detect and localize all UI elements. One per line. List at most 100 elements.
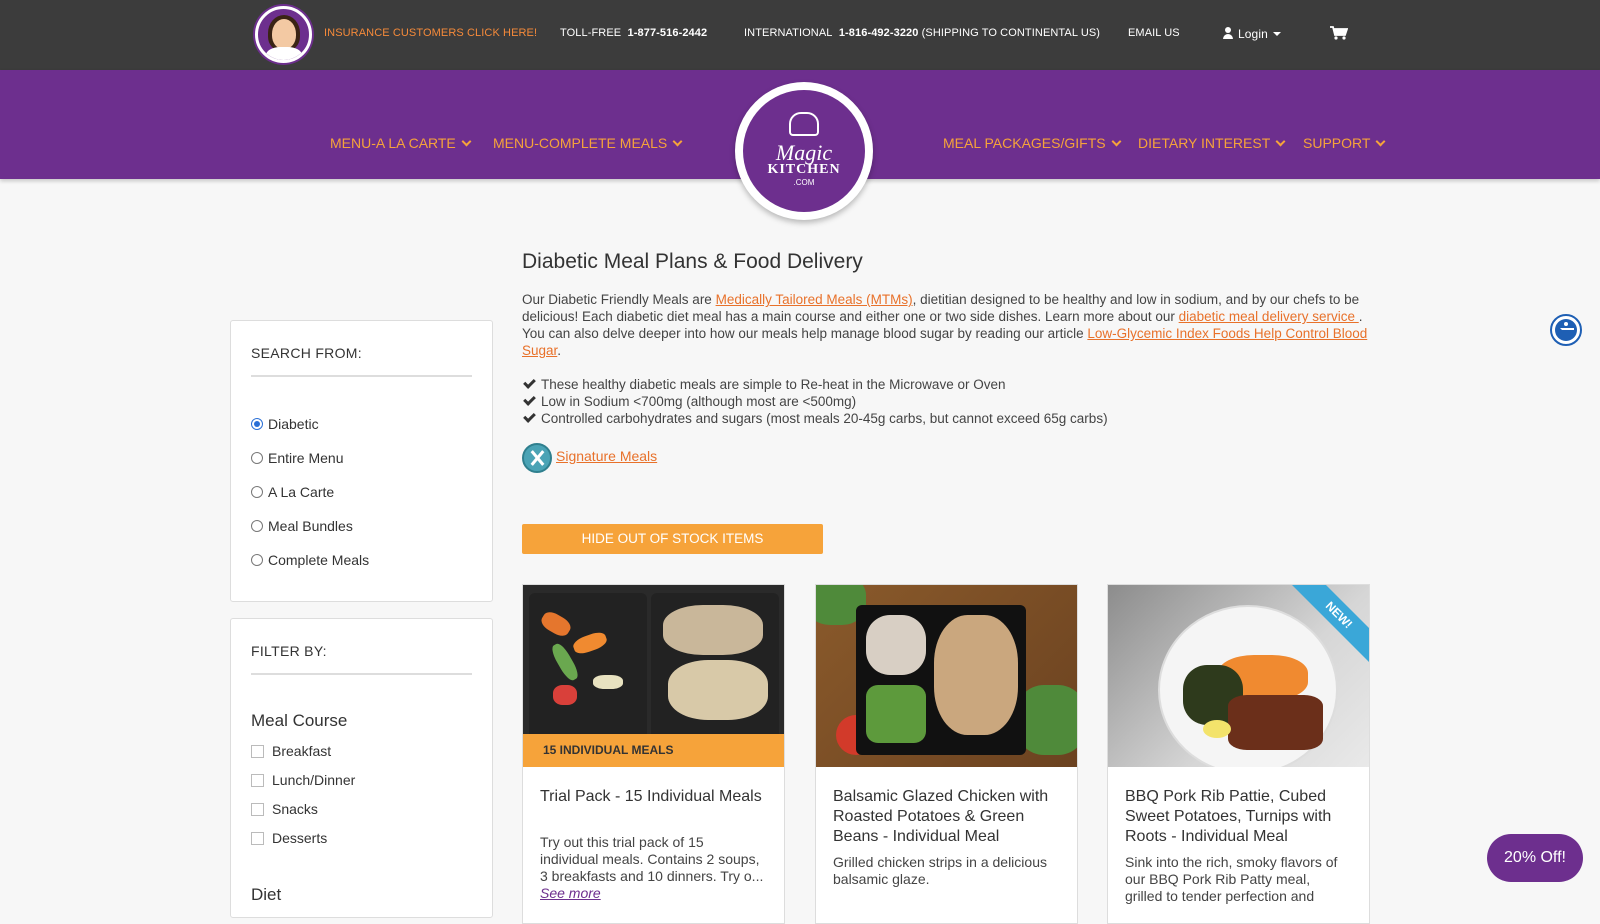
- accessibility-icon: [1555, 319, 1577, 341]
- page-title: Diabetic Meal Plans & Food Delivery: [522, 250, 863, 273]
- checkbox[interactable]: [251, 803, 264, 816]
- checkbox-lunch-dinner[interactable]: Lunch/Dinner: [251, 772, 355, 788]
- insurance-link[interactable]: INSURANCE CUSTOMERS CLICK HERE!: [324, 27, 537, 39]
- product-description: Grilled chicken strips in a delicious ba…: [833, 854, 1047, 887]
- product-desc-text: Try out this trial pack of 15 individual…: [540, 834, 764, 884]
- filter-by-title: FILTER BY:: [251, 643, 327, 659]
- see-more-link[interactable]: See more: [540, 885, 601, 901]
- check-icon: [523, 410, 536, 423]
- user-icon: [1223, 27, 1233, 39]
- caret-down-icon: [1272, 32, 1281, 36]
- benefit-item: Controlled carbohydrates and sugars (mos…: [522, 410, 1108, 427]
- chevron-down-icon: [672, 136, 683, 147]
- product-card[interactable]: Balsamic Glazed Chicken with Roasted Pot…: [815, 584, 1078, 924]
- product-description: Try out this trial pack of 15 individual…: [540, 834, 765, 902]
- chevron-down-icon: [1375, 136, 1386, 147]
- nav-label: DIETARY INTEREST: [1138, 135, 1271, 151]
- checkbox-snacks[interactable]: Snacks: [251, 801, 318, 817]
- product-image[interactable]: 15 INDIVIDUAL MEALS: [523, 585, 784, 767]
- nav-label: SUPPORT: [1303, 135, 1371, 151]
- radio-label: A La Carte: [268, 484, 335, 500]
- radio-label: Diabetic: [268, 416, 319, 432]
- nav-meal-packages-gifts[interactable]: MEAL PACKAGES/GIFTS: [943, 135, 1122, 151]
- toll-free-label: TOLL-FREE: [560, 27, 622, 39]
- benefit-text: Controlled carbohydrates and sugars (mos…: [541, 411, 1108, 426]
- checkbox-label: Desserts: [272, 830, 328, 846]
- radio-button[interactable]: [251, 554, 263, 566]
- top-bar: INSURANCE CUSTOMERS CLICK HERE! TOLL-FRE…: [0, 0, 1600, 70]
- checkbox[interactable]: [251, 745, 264, 758]
- benefit-text: Low in Sodium <700mg (although most are …: [541, 394, 857, 409]
- nav-label: MENU-A LA CARTE: [330, 135, 456, 151]
- intro-text: Our Diabetic Friendly Meals are: [522, 292, 716, 307]
- logo-inner: Magic KITCHEN .COM: [743, 90, 865, 212]
- magic-kitchen-logo[interactable]: Magic KITCHEN .COM: [735, 82, 873, 220]
- toll-free-number[interactable]: 1-877-516-2442: [628, 27, 708, 39]
- radio-entire-menu[interactable]: Entire Menu: [251, 450, 343, 466]
- radio-diabetic[interactable]: Diabetic: [251, 416, 319, 432]
- radio-label: Meal Bundles: [268, 518, 353, 534]
- nav-menu-a-la-carte[interactable]: MENU-A LA CARTE: [330, 135, 472, 151]
- checkbox[interactable]: [251, 774, 264, 787]
- international-note: (SHIPPING TO CONTINENTAL US): [921, 27, 1101, 39]
- chef-coat: [266, 47, 302, 60]
- benefit-item: These healthy diabetic meals are simple …: [522, 376, 1108, 393]
- divider: [251, 375, 472, 377]
- divider: [251, 673, 472, 675]
- radio-button[interactable]: [251, 486, 263, 498]
- checkbox-label: Breakfast: [272, 743, 332, 759]
- checkbox-desserts[interactable]: Desserts: [251, 830, 327, 846]
- product-image[interactable]: [816, 585, 1077, 767]
- product-image[interactable]: NEW!: [1108, 585, 1369, 767]
- product-card[interactable]: 15 INDIVIDUAL MEALS Trial Pack - 15 Indi…: [522, 584, 785, 924]
- nav-dietary-interest[interactable]: DIETARY INTEREST: [1138, 135, 1286, 151]
- checkbox-label: Lunch/Dinner: [272, 772, 356, 788]
- diabetic-service-link[interactable]: diabetic meal delivery service: [1179, 309, 1359, 324]
- product-title[interactable]: BBQ Pork Rib Pattie, Cubed Sweet Potatoe…: [1125, 787, 1355, 847]
- email-us-link[interactable]: EMAIL US: [1128, 27, 1180, 39]
- mtm-link[interactable]: Medically Tailored Meals (MTMs): [716, 292, 913, 307]
- radio-label: Entire Menu: [268, 450, 344, 466]
- radio-complete-meals[interactable]: Complete Meals: [251, 552, 369, 568]
- international-phone[interactable]: INTERNATIONAL 1-816-492-3220 (SHIPPING T…: [744, 27, 1100, 39]
- hide-out-of-stock-button[interactable]: HIDE OUT OF STOCK ITEMS: [522, 524, 823, 554]
- accessibility-button[interactable]: [1550, 314, 1582, 346]
- login-label: Login: [1238, 27, 1268, 41]
- cart-icon[interactable]: [1330, 26, 1348, 40]
- chevron-down-icon: [1275, 136, 1286, 147]
- radio-a-la-carte[interactable]: A La Carte: [251, 484, 334, 500]
- search-from-panel: SEARCH FROM: Diabetic Entire Menu A La C…: [230, 320, 493, 602]
- intro-paragraph: Our Diabetic Friendly Meals are Medicall…: [522, 291, 1372, 359]
- radio-meal-bundles[interactable]: Meal Bundles: [251, 518, 353, 534]
- signature-meals-link[interactable]: Signature Meals: [556, 448, 657, 464]
- check-icon: [523, 376, 536, 389]
- radio-button[interactable]: [251, 418, 263, 430]
- product-title[interactable]: Trial Pack - 15 Individual Meals: [540, 787, 770, 807]
- search-from-title: SEARCH FROM:: [251, 345, 362, 361]
- nav-label: MENU-COMPLETE MEALS: [493, 135, 668, 151]
- filter-by-panel: FILTER BY: Meal Course Breakfast Lunch/D…: [230, 618, 493, 918]
- product-title[interactable]: Balsamic Glazed Chicken with Roasted Pot…: [833, 787, 1063, 847]
- mk-meals-logo[interactable]: [255, 6, 312, 63]
- discount-button[interactable]: 20% Off!: [1487, 834, 1583, 882]
- signature-badge-icon: [522, 443, 552, 473]
- chevron-down-icon: [461, 136, 472, 147]
- benefit-list: These healthy diabetic meals are simple …: [522, 376, 1108, 427]
- toll-free-phone[interactable]: TOLL-FREE 1-877-516-2442: [560, 27, 707, 39]
- logo-line-3: .COM: [793, 178, 815, 187]
- nav-menu-complete-meals[interactable]: MENU-COMPLETE MEALS: [493, 135, 683, 151]
- chevron-down-icon: [1111, 136, 1122, 147]
- checkbox[interactable]: [251, 832, 264, 845]
- international-number[interactable]: 1-816-492-3220: [839, 27, 919, 39]
- check-icon: [523, 393, 536, 406]
- radio-button[interactable]: [251, 520, 263, 532]
- intro-text: .: [557, 343, 562, 358]
- nav-support[interactable]: SUPPORT: [1303, 135, 1386, 151]
- meal-course-title: Meal Course: [251, 711, 348, 730]
- checkbox-label: Snacks: [272, 801, 318, 817]
- radio-label: Complete Meals: [268, 552, 370, 568]
- radio-button[interactable]: [251, 452, 263, 464]
- login-dropdown[interactable]: Login: [1223, 27, 1281, 41]
- checkbox-breakfast[interactable]: Breakfast: [251, 743, 331, 759]
- product-card[interactable]: NEW! BBQ Pork Rib Pattie, Cubed Sweet Po…: [1107, 584, 1370, 924]
